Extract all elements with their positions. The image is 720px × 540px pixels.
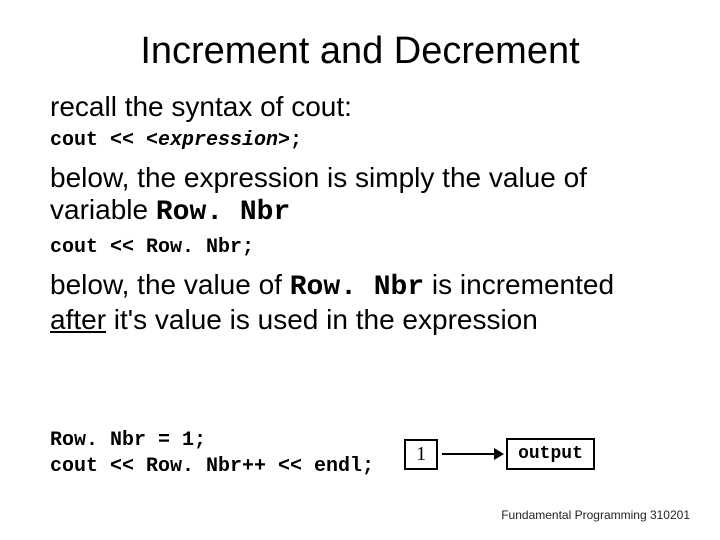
footer-text: Fundamental Programming 310201: [501, 508, 690, 522]
p2-text: below, the expression is simply the valu…: [50, 162, 587, 225]
paragraph-3: below, the value of Row. Nbr is incremen…: [50, 269, 670, 336]
output-box: output: [506, 438, 595, 470]
code-block-3: Row. Nbr = 1; cout << Row. Nbr++ << endl…: [50, 428, 374, 480]
code-line-1: cout << <expression>;: [50, 129, 670, 152]
p3-c: it's value is used in the expression: [106, 304, 538, 335]
code-1-prefix: cout <<: [50, 129, 146, 152]
code-line-2: cout << Row. Nbr;: [50, 236, 670, 259]
paragraph-2: below, the expression is simply the valu…: [50, 162, 670, 229]
slide: Increment and Decrement recall the synta…: [0, 0, 720, 540]
p2-code: Row. Nbr: [156, 197, 290, 228]
p3-a: below, the value of: [50, 269, 290, 300]
code-1-expression: <expression>: [146, 129, 290, 152]
paragraph-1: recall the syntax of cout:: [50, 91, 670, 123]
p3-after: after: [50, 304, 106, 335]
slide-title: Increment and Decrement: [50, 30, 670, 73]
code-1-suffix: ;: [290, 129, 302, 152]
p3-b: is incremented: [424, 269, 614, 300]
bottom-row: Row. Nbr = 1; cout << Row. Nbr++ << endl…: [50, 428, 690, 480]
code3-line2: cout << Row. Nbr++ << endl;: [50, 454, 374, 480]
value-box: 1: [404, 439, 438, 470]
p3-code: Row. Nbr: [290, 272, 424, 303]
arrow-icon: [442, 453, 502, 455]
output-diagram: 1 output: [404, 438, 595, 470]
code3-line1: Row. Nbr = 1;: [50, 428, 374, 454]
